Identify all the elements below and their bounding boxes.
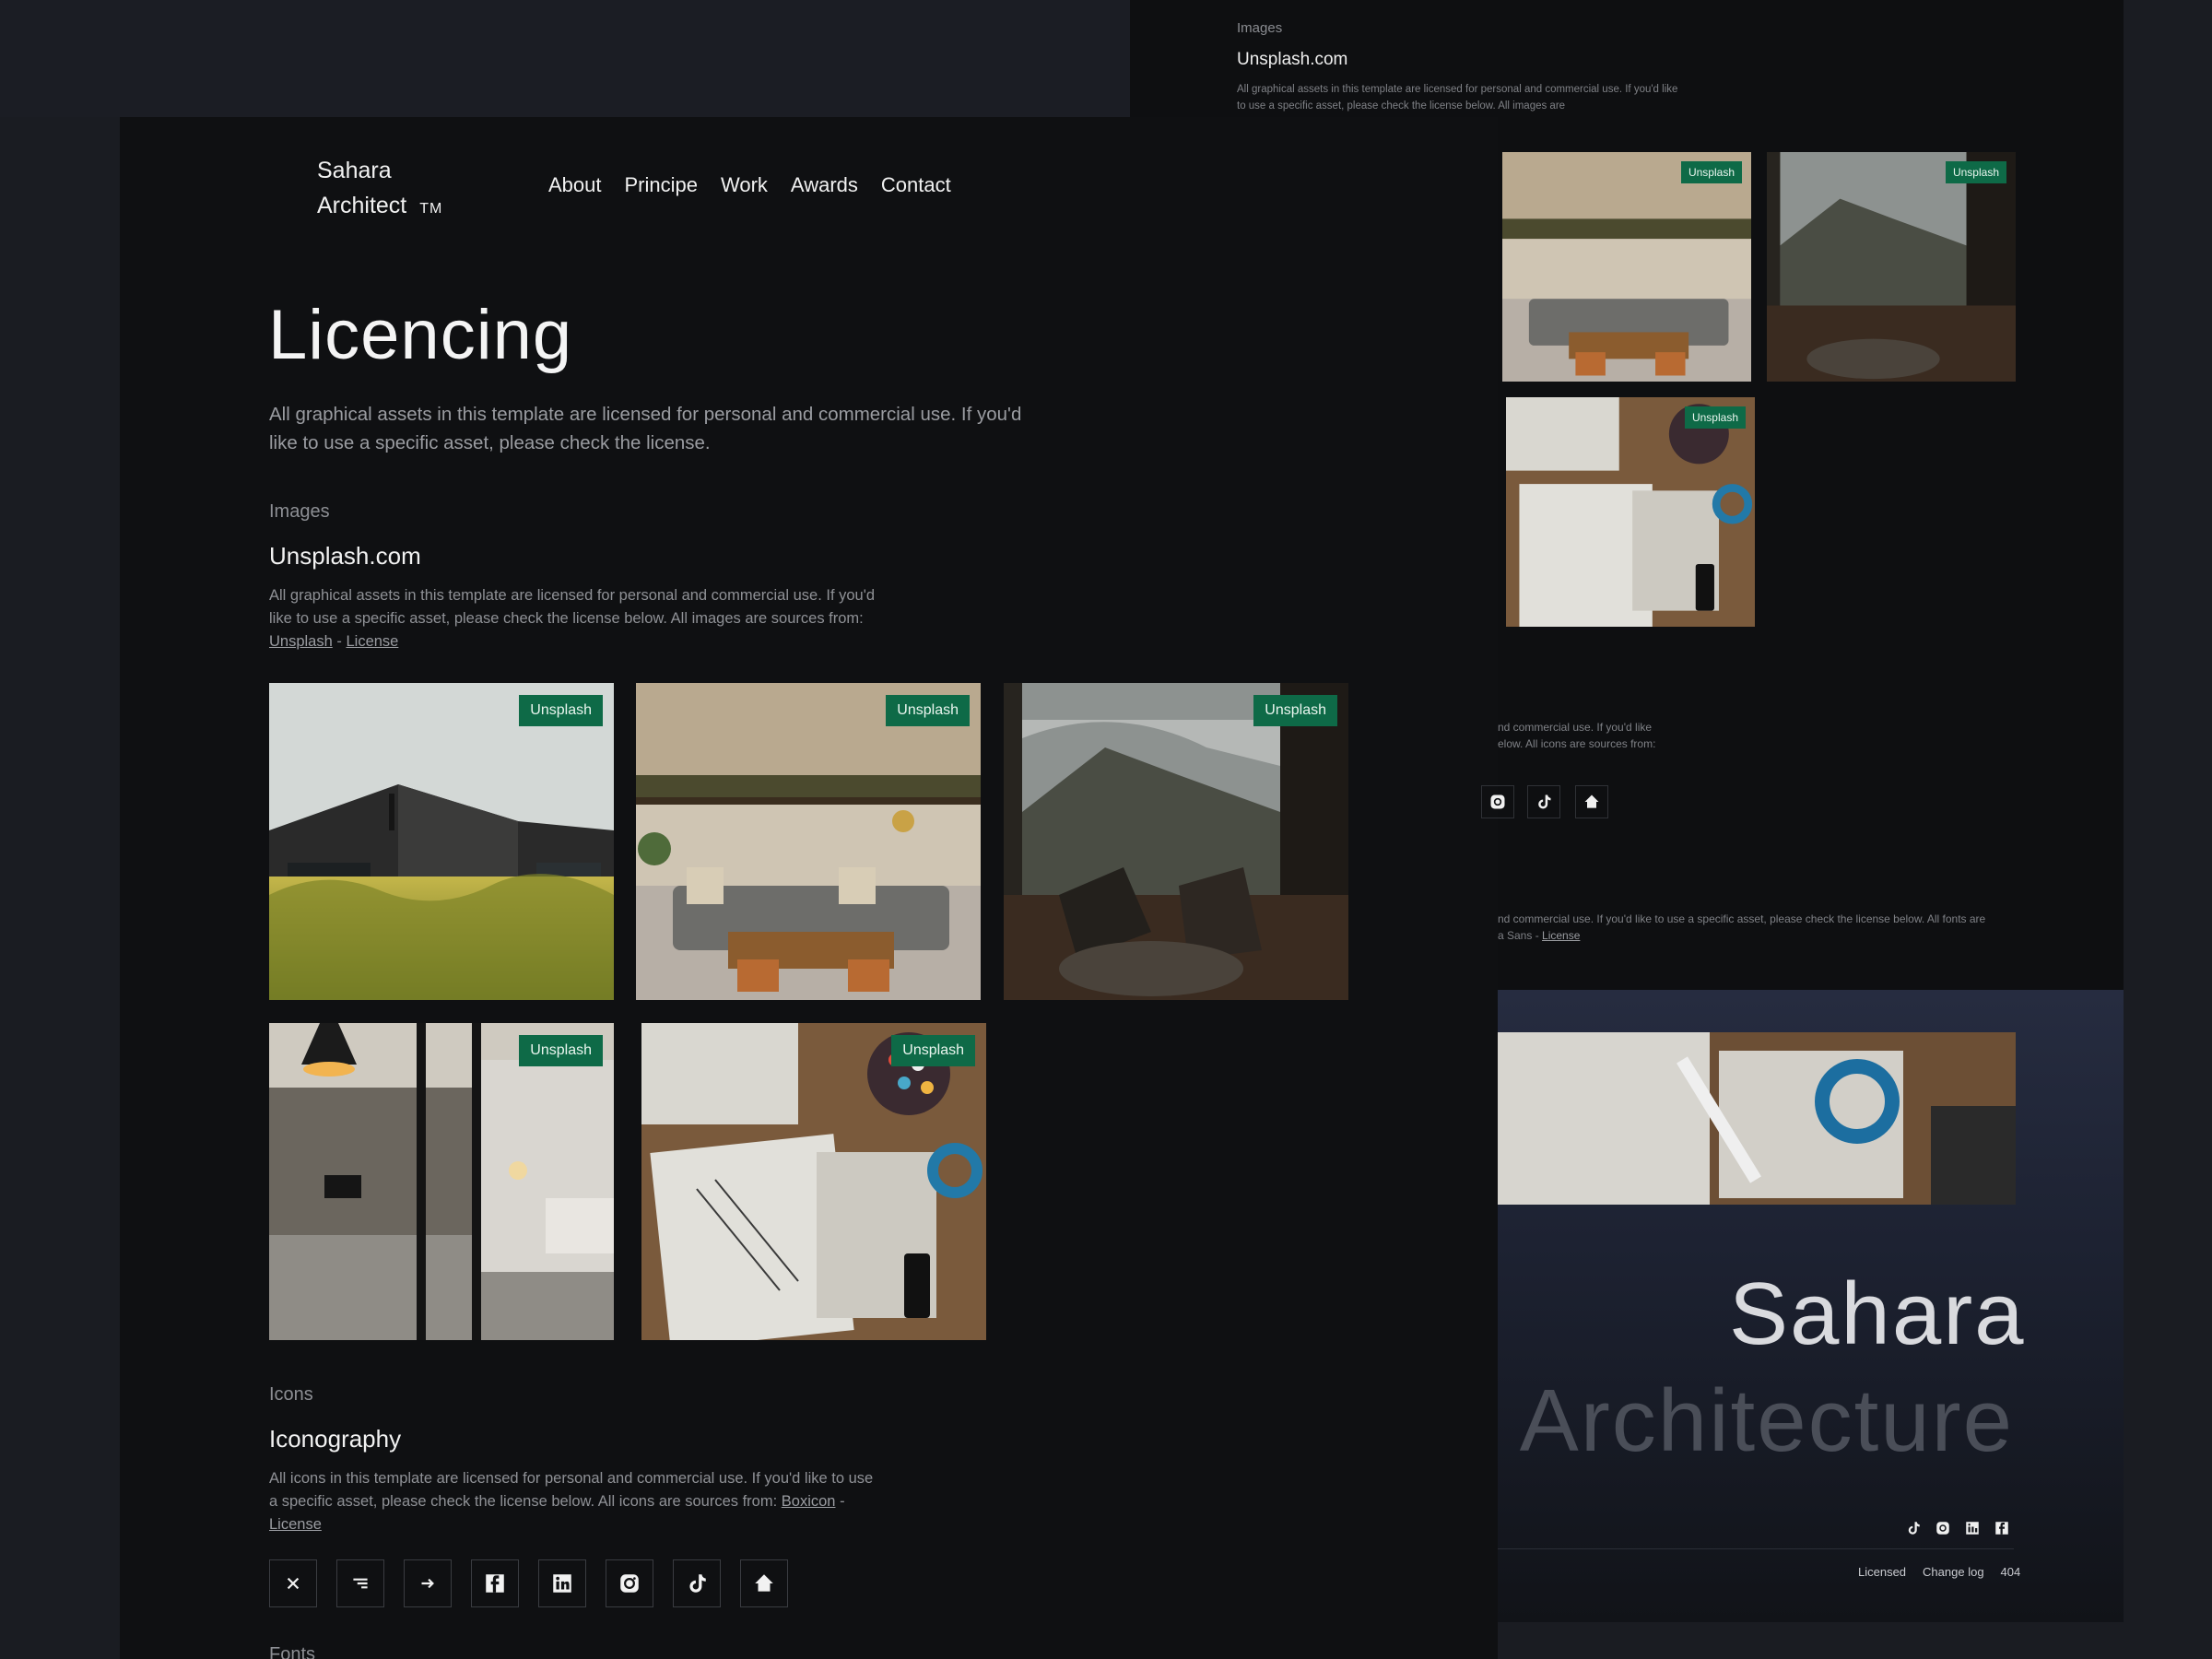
unsplash-badge: Unsplash <box>1680 161 1742 183</box>
right-fonts-text: nd commercial use. If you'd like to use … <box>1498 912 1986 942</box>
footer-links: Licensed Change log 404 <box>1858 1565 2020 1579</box>
right-images-body: All graphical assets in this template ar… <box>1237 84 1678 112</box>
arrow-right-icon[interactable] <box>404 1559 452 1607</box>
footer-social-icons <box>1904 1519 2011 1537</box>
top-background <box>0 0 1130 117</box>
fonts-kicker: Fonts <box>269 1644 316 1659</box>
nav-work[interactable]: Work <box>721 173 768 197</box>
footer-link-changelog[interactable]: Change log <box>1923 1565 1984 1579</box>
unsplash-badge: Unsplash <box>1945 161 2006 183</box>
hero-title-line-2: Architecture <box>1519 1377 2014 1465</box>
footer-link-404[interactable]: 404 <box>2001 1565 2021 1579</box>
hero-photo-desk-art <box>1498 1032 2016 1205</box>
photo-mountain-chairs[interactable]: Unsplash <box>1004 683 1348 1000</box>
images-body: All graphical assets in this template ar… <box>269 587 876 650</box>
unsplash-badge: Unsplash <box>891 1035 975 1066</box>
instagram-icon[interactable] <box>606 1559 653 1607</box>
images-kicker: Images <box>269 501 330 522</box>
icons-kicker: Icons <box>269 1384 313 1405</box>
right-photo-living-room[interactable]: Unsplash <box>1502 152 1751 382</box>
right-icons-text: nd commercial use. If you'd like elow. A… <box>1498 721 1656 750</box>
page-title: Licencing <box>268 296 573 374</box>
footer-link-licensed[interactable]: Licensed <box>1858 1565 1906 1579</box>
menu-lines-icon[interactable] <box>336 1559 384 1607</box>
right-photo-sketch-art <box>1506 397 1755 627</box>
footer-facebook-icon[interactable] <box>1993 1519 2011 1537</box>
photo-house-grass[interactable]: Unsplash <box>269 683 614 1000</box>
tiktok-icon[interactable] <box>673 1559 721 1607</box>
photo-office-interior[interactable]: Unsplash <box>269 1023 614 1340</box>
photo-office-interior-art <box>269 1023 614 1340</box>
photo-sketch-desk[interactable]: Unsplash <box>641 1023 986 1340</box>
close-icon[interactable] <box>269 1559 317 1607</box>
right-images-title: Unsplash.com <box>1237 50 1348 69</box>
unsplash-badge: Unsplash <box>886 695 970 726</box>
brand-line-2: Architect <box>317 193 407 218</box>
hero-photo-desk[interactable] <box>1498 1032 2016 1205</box>
footer-instagram-icon[interactable] <box>1934 1519 1952 1537</box>
unsplash-link[interactable]: Unsplash <box>269 633 333 650</box>
right-photo-sketch[interactable]: Unsplash <box>1506 397 1755 627</box>
right-photo-mountain[interactable]: Unsplash <box>1767 152 2016 382</box>
photo-sketch-desk-art <box>641 1023 986 1340</box>
nav-principe[interactable]: Principe <box>625 173 698 197</box>
unsplash-badge: Unsplash <box>519 695 603 726</box>
right-photo-living-room-art <box>1502 152 1751 382</box>
icon-showcase <box>269 1559 788 1607</box>
images-title: Unsplash.com <box>269 542 421 570</box>
footer-divider <box>1498 1548 2014 1549</box>
hero-title-line-1: Sahara <box>1729 1265 2026 1363</box>
unsplash-badge: Unsplash <box>519 1035 603 1066</box>
nav-awards[interactable]: Awards <box>791 173 858 197</box>
unsplash-badge: Unsplash <box>1253 695 1337 726</box>
unsplash-badge: Unsplash <box>1684 406 1746 429</box>
main-nav: About Principe Work Awards Contact <box>548 173 951 197</box>
photo-mountain-chairs-art <box>1004 683 1348 1000</box>
right-photo-mountain-art <box>1767 152 2016 382</box>
nav-about[interactable]: About <box>548 173 602 197</box>
linkedin-icon[interactable] <box>538 1559 586 1607</box>
footer-tiktok-icon[interactable] <box>1904 1519 1923 1537</box>
right-images-kicker: Images <box>1237 20 1283 36</box>
brand-line-1: Sahara <box>317 158 392 183</box>
right-fonts-license-link[interactable]: License <box>1542 929 1580 942</box>
icons-title: Iconography <box>269 1425 402 1453</box>
footer-linkedin-icon[interactable] <box>1963 1519 1982 1537</box>
right-instagram-icon[interactable] <box>1481 785 1514 818</box>
right-tiktok-icon[interactable] <box>1527 785 1560 818</box>
photo-house-grass-art <box>269 683 614 1000</box>
home-icon[interactable] <box>740 1559 788 1607</box>
license-link[interactable]: License <box>346 633 398 650</box>
trademark: TM <box>419 201 443 217</box>
boxicon-link[interactable]: Boxicon <box>782 1493 836 1510</box>
brand-logo[interactable]: Sahara Architect TM <box>317 153 442 227</box>
icons-body: All icons in this template are licensed … <box>269 1470 874 1533</box>
right-home-icon[interactable] <box>1575 785 1608 818</box>
facebook-icon[interactable] <box>471 1559 519 1607</box>
photo-living-room-art <box>636 683 981 1000</box>
nav-contact[interactable]: Contact <box>881 173 951 197</box>
icons-license-link[interactable]: License <box>269 1516 322 1533</box>
photo-living-room[interactable]: Unsplash <box>636 683 981 1000</box>
page-lead: All graphical assets in this template ar… <box>269 404 1022 453</box>
